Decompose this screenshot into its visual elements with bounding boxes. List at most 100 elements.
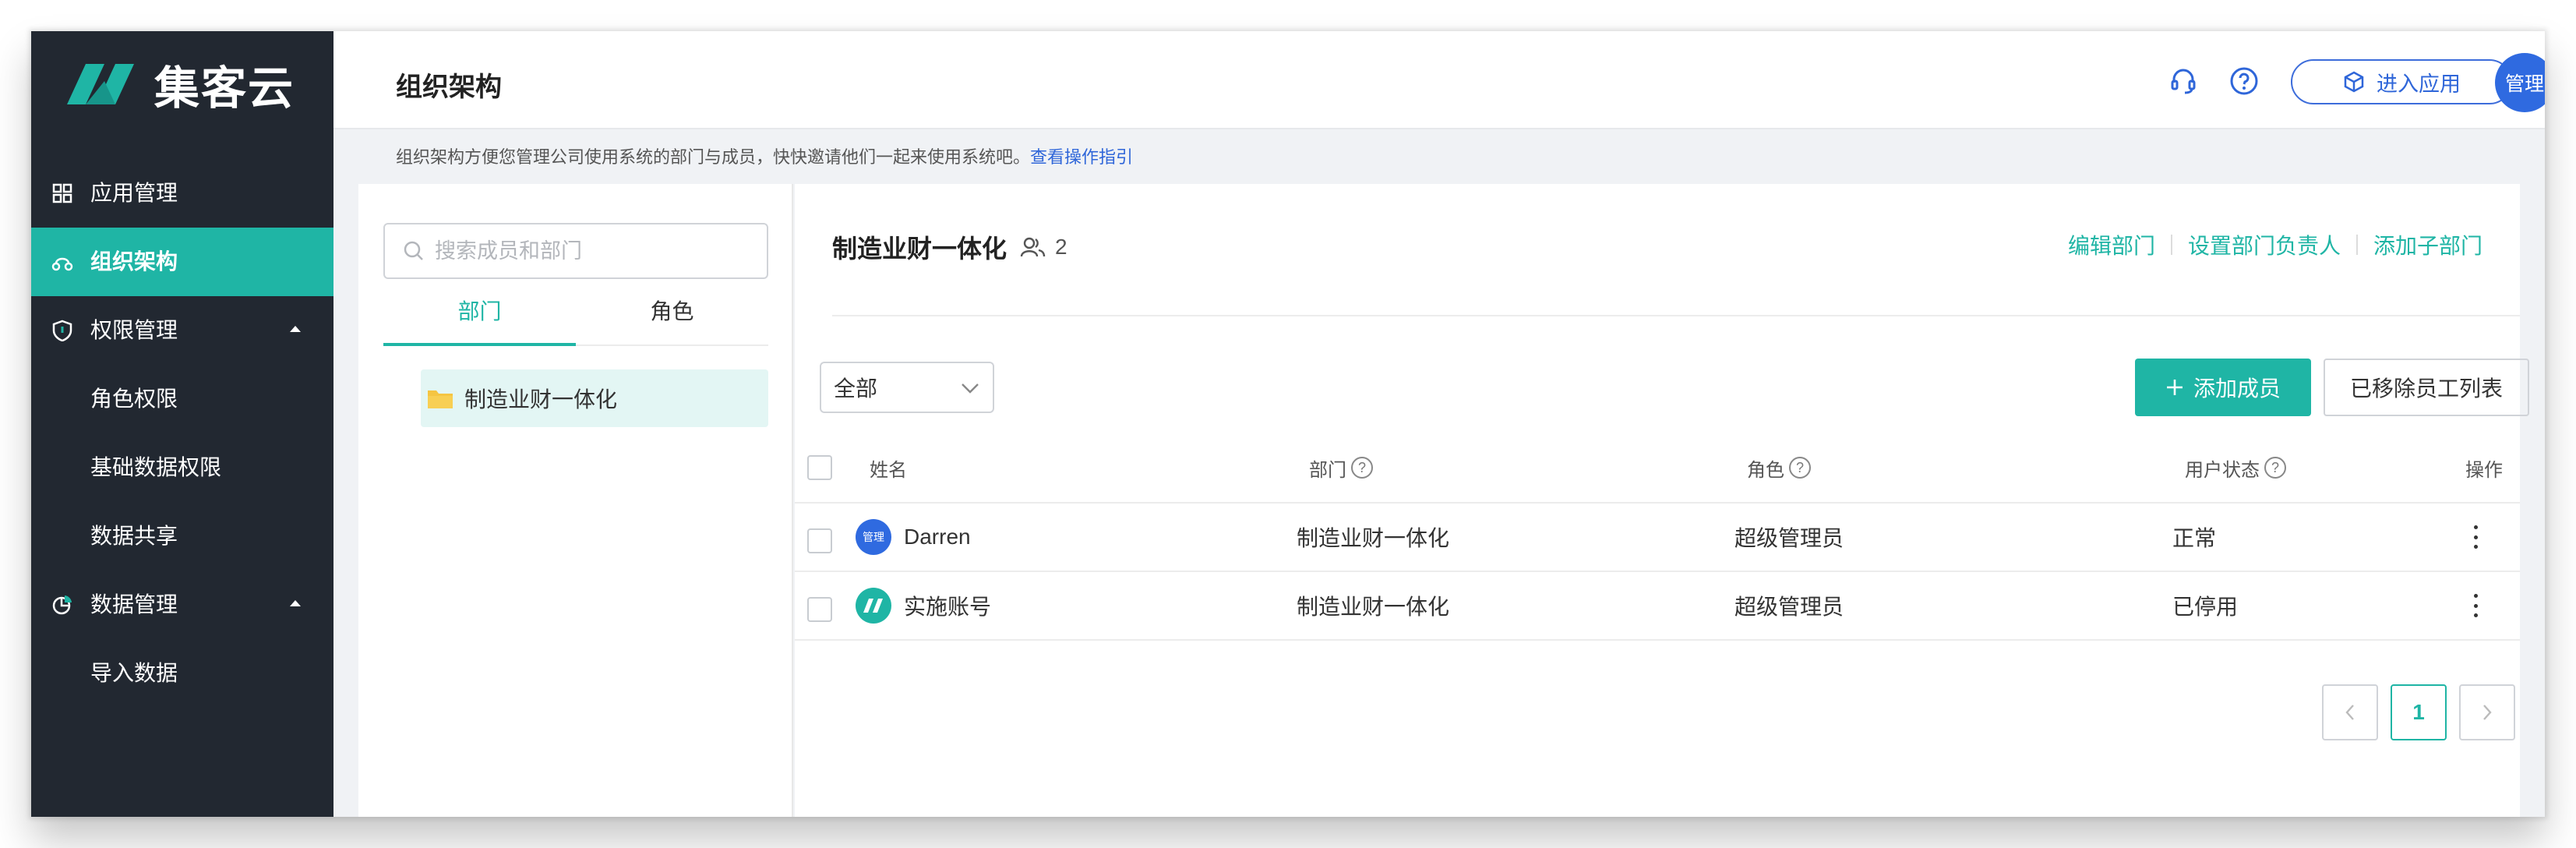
brand-name: 集客云 [154, 63, 295, 114]
member-name: Darren [904, 525, 971, 549]
tab-departments[interactable]: 部门 [383, 298, 576, 346]
sidebar-item-label: 基础数据权限 [90, 455, 222, 479]
table-row[interactable]: 实施账号 制造业财一体化 超级管理员 已停用 [795, 572, 2520, 641]
column-header-label: 操作 [2465, 459, 2503, 481]
page-button-current[interactable]: 1 [2391, 684, 2447, 740]
department-name: 制造业财一体化 [832, 235, 1007, 263]
sidebar-item-label: 数据共享 [90, 524, 178, 548]
sidebar-item-label: 角色权限 [90, 387, 178, 411]
enter-app-button[interactable]: 进入应用 [2291, 59, 2512, 104]
add-member-label: 添加成员 [2193, 376, 2281, 401]
department-header: 制造业财一体化 2 [832, 229, 1067, 265]
sidebar-item-import-data[interactable]: 导入数据 [31, 639, 333, 708]
member-table: 姓名 部门? 角色? 用户状态? 操作 管理 Darren 制造业财一体化 超级… [795, 433, 2520, 641]
cell-department: 制造业财一体化 [1297, 526, 1450, 550]
help-icon[interactable] [2228, 65, 2260, 97]
notice-bar: 组织架构方便您管理公司使用系统的部门与成员，快快邀请他们一起来使用系统吧。查看操… [396, 147, 1133, 168]
guide-link[interactable]: 查看操作指引 [1030, 147, 1133, 167]
cell-name: 实施账号 [856, 572, 991, 639]
column-header-role: 角色? [1747, 433, 1811, 502]
headset-icon[interactable] [2168, 65, 2199, 97]
row-checkbox[interactable] [807, 597, 832, 622]
enter-app-label: 进入应用 [2377, 72, 2461, 96]
top-header: 组织架构 进入应用 管理 [333, 31, 2545, 129]
org-structure-icon [51, 257, 73, 271]
pie-chart-icon [52, 595, 72, 615]
search-input[interactable] [435, 238, 731, 263]
member-name: 实施账号 [904, 595, 992, 619]
tree-item-label: 制造业财一体化 [464, 387, 618, 412]
column-header-operations: 操作 [2465, 433, 2503, 502]
sidebar-item-data-management[interactable]: 数据管理 [31, 571, 333, 639]
column-header-label: 用户状态 [2185, 459, 2260, 481]
set-department-head-link[interactable]: 设置部门负责人 [2188, 229, 2341, 260]
table-header-row: 姓名 部门? 角色? 用户状态? 操作 [795, 433, 2520, 504]
column-header-status: 用户状态? [2185, 433, 2286, 502]
app-window: 集客云 应用管理 组织架构 权限管理 角色权限 基础数据权限 数据共享 数据管理 [31, 31, 2545, 817]
column-header-name: 姓名 [870, 433, 907, 502]
shield-icon [52, 320, 72, 341]
sidebar-item-basic-data-permissions[interactable]: 基础数据权限 [31, 433, 333, 502]
brand-avatar-icon [856, 588, 891, 624]
sidebar-item-data-sharing[interactable]: 数据共享 [31, 502, 333, 571]
tree-item-department[interactable]: 制造业财一体化 [421, 369, 768, 427]
column-header-label: 角色 [1747, 459, 1784, 481]
apps-grid-icon [52, 183, 72, 203]
table-row[interactable]: 管理 Darren 制造业财一体化 超级管理员 正常 [795, 504, 2520, 572]
plus-icon [2166, 380, 2183, 395]
cell-department: 制造业财一体化 [1297, 595, 1450, 619]
cell-status: 正常 [2172, 526, 2217, 550]
row-checkbox[interactable] [807, 528, 832, 553]
sidebar-item-label: 应用管理 [90, 181, 178, 205]
chevron-down-icon [962, 383, 979, 394]
help-icon[interactable]: ? [1351, 457, 1373, 479]
column-header-department: 部门? [1309, 433, 1373, 502]
brand-logo-icon [67, 64, 134, 104]
users-icon [1020, 237, 1046, 257]
cell-role: 超级管理员 [1734, 526, 1844, 550]
avatar: 管理 [856, 519, 891, 555]
more-actions-icon[interactable] [2473, 572, 2478, 639]
department-panel: 部门 角色 制造业财一体化 [358, 184, 793, 817]
sidebar-item-label: 组织架构 [90, 249, 178, 274]
sidebar-item-apps[interactable]: 应用管理 [31, 159, 333, 228]
next-page-button[interactable] [2459, 684, 2515, 740]
chevron-right-icon [2483, 705, 2492, 720]
department-actions: 编辑部门 设置部门负责人 添加子部门 [2068, 229, 2482, 260]
member-count: 2 [1055, 235, 1067, 259]
help-icon[interactable]: ? [2264, 457, 2286, 479]
user-avatar[interactable]: 管理 [2495, 53, 2545, 112]
add-member-button[interactable]: 添加成员 [2135, 359, 2311, 416]
sidebar-item-label: 权限管理 [90, 318, 178, 342]
edit-department-link[interactable]: 编辑部门 [2068, 229, 2155, 260]
cell-role: 超级管理员 [1734, 595, 1844, 619]
help-icon[interactable]: ? [1789, 457, 1811, 479]
sidebar-item-org-structure[interactable]: 组织架构 [31, 228, 333, 296]
logo: 集客云 [59, 53, 295, 115]
prev-page-button[interactable] [2322, 684, 2378, 740]
sidebar-item-permissions[interactable]: 权限管理 [31, 296, 333, 365]
caret-up-icon [290, 326, 301, 332]
search-box[interactable] [383, 223, 768, 279]
cube-icon [2344, 71, 2364, 93]
divider [2170, 235, 2172, 255]
sidebar-item-label: 数据管理 [90, 592, 178, 617]
cell-status: 已停用 [2172, 595, 2239, 619]
page-title: 组织架构 [396, 72, 502, 102]
add-subdepartment-link[interactable]: 添加子部门 [2373, 229, 2482, 260]
tab-roles[interactable]: 角色 [576, 298, 768, 346]
folder-icon [428, 390, 453, 408]
chevron-left-icon [2345, 705, 2354, 720]
cell-name: 管理 Darren [856, 504, 971, 571]
notice-text: 组织架构方便您管理公司使用系统的部门与成员，快快邀请他们一起来使用系统吧。 [396, 147, 1031, 167]
column-header-label: 姓名 [870, 459, 907, 481]
status-filter-select[interactable]: 全部 [820, 362, 994, 413]
sidebar-item-label: 导入数据 [90, 661, 178, 685]
more-actions-icon[interactable] [2473, 504, 2478, 571]
filter-value: 全部 [834, 376, 878, 401]
column-header-label: 部门 [1309, 459, 1346, 481]
divider [2355, 235, 2358, 255]
select-all-checkbox[interactable] [807, 455, 832, 480]
removed-employees-button[interactable]: 已移除员工列表 [2324, 359, 2529, 416]
sidebar-item-role-permissions[interactable]: 角色权限 [31, 365, 333, 433]
